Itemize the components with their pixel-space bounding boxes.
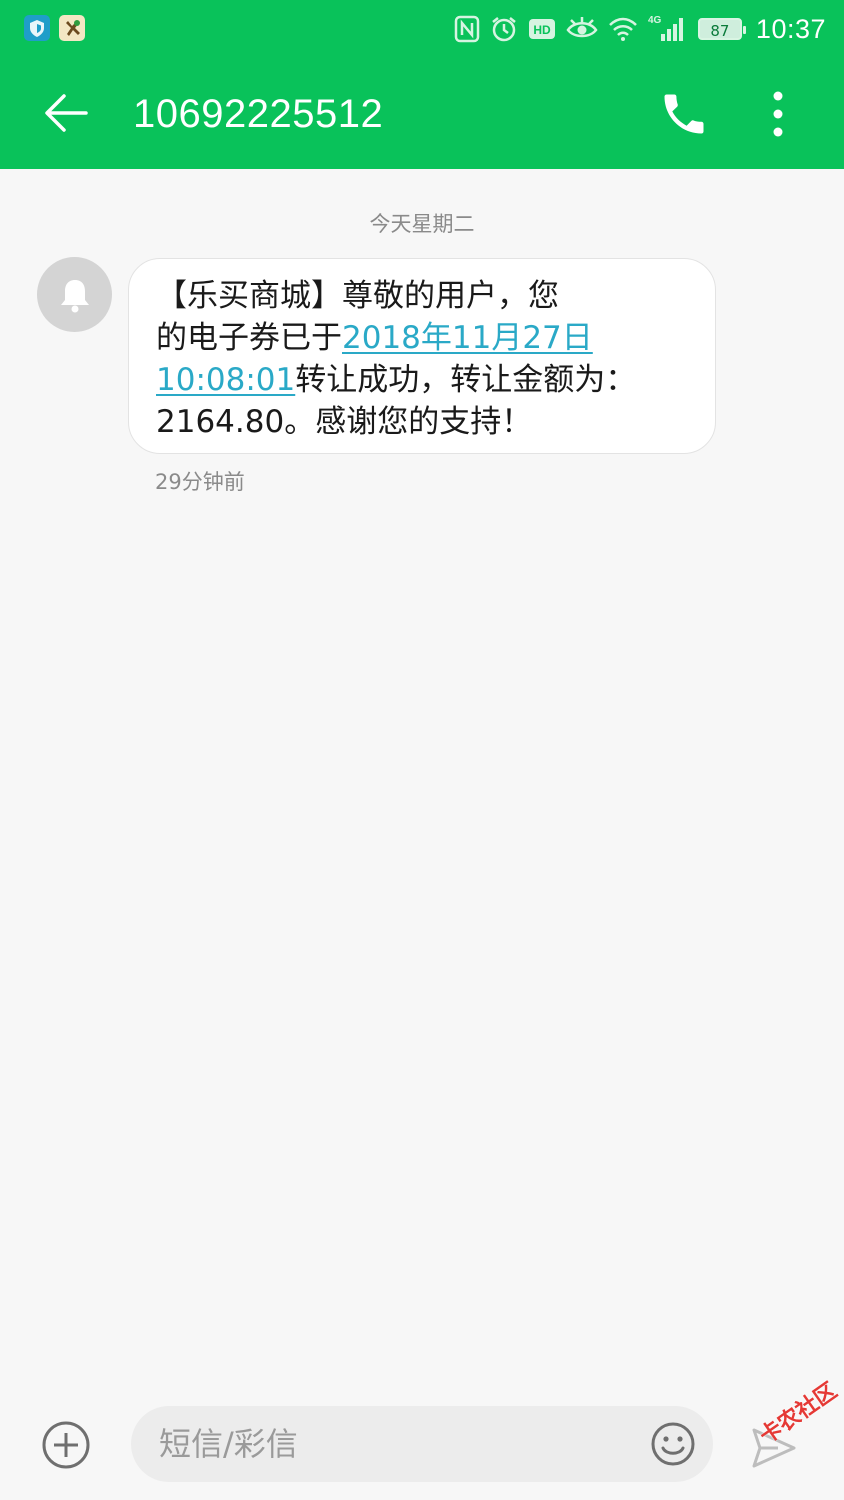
sender-avatar[interactable]	[37, 257, 112, 332]
emoji-icon[interactable]	[649, 1420, 697, 1468]
hd-icon: HD	[528, 17, 556, 41]
add-circle-icon[interactable]	[40, 1419, 92, 1471]
alarm-icon	[490, 15, 518, 43]
eye-icon	[566, 16, 598, 42]
phone-icon[interactable]	[658, 88, 710, 140]
status-bar: HD 4G 87 10:37	[0, 0, 844, 58]
svg-text:HD: HD	[533, 23, 551, 37]
message-line: 【乐买商城】尊敬的用户，您	[156, 278, 559, 314]
date-header: 今天星期二	[369, 212, 475, 236]
message-line: 的电子券已于2018年11月27日	[156, 317, 695, 359]
bell-icon	[60, 279, 89, 312]
message-text: 转让成功，转让金额为：	[295, 362, 637, 398]
shield-app-icon	[24, 15, 50, 41]
message-bubble[interactable]: 【乐买商城】尊敬的用户，您 的电子券已于2018年11月27日 10:08:01…	[128, 258, 716, 454]
message-line: 2164.80。感谢您的支持！	[156, 404, 533, 440]
more-vert-icon[interactable]	[756, 86, 800, 142]
date-link[interactable]: 2018年11月27日	[342, 320, 593, 356]
app-toolbar: 10692225512	[0, 58, 844, 169]
network-type-label: 4G	[648, 15, 662, 26]
status-time: 10:37	[755, 13, 826, 44]
nfc-icon	[454, 15, 480, 43]
message-input-placeholder: 短信/彩信	[159, 1425, 298, 1463]
tool-app-icon	[59, 15, 85, 41]
signal-icon: 4G	[648, 14, 688, 44]
contact-number-title: 10692225512	[133, 92, 384, 136]
wifi-icon	[608, 16, 638, 42]
message-input[interactable]: 短信/彩信	[131, 1406, 713, 1482]
message-text: 的电子券已于	[156, 320, 342, 356]
message-timestamp: 29分钟前	[155, 470, 245, 494]
time-link[interactable]: 10:08:01	[156, 362, 295, 398]
back-arrow-icon[interactable]	[40, 86, 94, 140]
status-icons: HD 4G 87 10:37	[454, 10, 826, 48]
message-line: 10:08:01转让成功，转让金额为：	[156, 359, 695, 401]
battery-icon: 87	[697, 18, 746, 40]
